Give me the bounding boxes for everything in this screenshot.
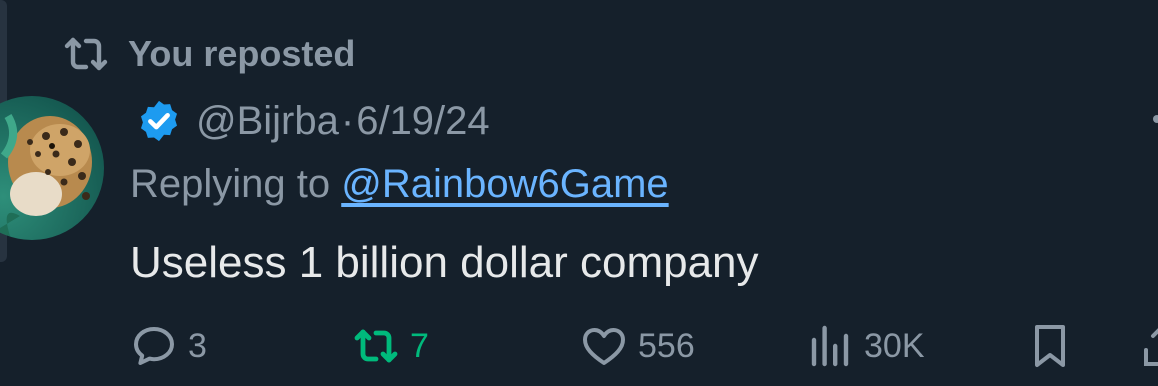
share-button[interactable] <box>1138 322 1158 370</box>
tweet-header: @Bijrba · 6/19/24 <box>136 96 490 146</box>
repost-label: You reposted <box>128 33 356 74</box>
replying-to-link[interactable]: @Rainbow6Game <box>341 162 668 206</box>
share-icon <box>1144 328 1158 366</box>
avatar[interactable] <box>0 96 104 240</box>
repost-button[interactable]: 7 <box>352 322 429 370</box>
views-chart-icon <box>811 325 849 367</box>
repost-active-icon <box>354 329 398 363</box>
replying-to-label: Replying to <box>130 162 342 206</box>
like-button[interactable]: 556 <box>580 322 695 370</box>
verified-badge-icon <box>140 100 178 142</box>
bookmark-icon <box>1035 325 1065 367</box>
heart-icon <box>583 328 625 365</box>
like-count: 556 <box>638 326 695 365</box>
jaguar-avatar-image <box>0 96 104 240</box>
author-handle[interactable]: @Bijrba <box>196 99 339 144</box>
reply-button[interactable]: 3 <box>130 322 207 370</box>
tweet-date[interactable]: 6/19/24 <box>356 99 489 144</box>
action-bar: 3 7 556 30K <box>0 316 1158 376</box>
replying-to: Replying to @Rainbow6Game <box>130 162 669 207</box>
bookmark-button[interactable] <box>1026 322 1074 370</box>
tweet-text: Useless 1 billion dollar company <box>130 238 759 287</box>
repost-icon <box>64 37 108 71</box>
view-count: 30K <box>864 326 925 365</box>
reply-count: 3 <box>188 326 207 365</box>
reply-icon <box>134 327 174 365</box>
repost-count: 7 <box>410 326 429 365</box>
more-options-icon[interactable] <box>1152 104 1158 134</box>
header-separator: · <box>340 98 355 143</box>
views-button[interactable]: 30K <box>806 322 925 370</box>
repost-banner[interactable]: You reposted <box>62 30 355 78</box>
